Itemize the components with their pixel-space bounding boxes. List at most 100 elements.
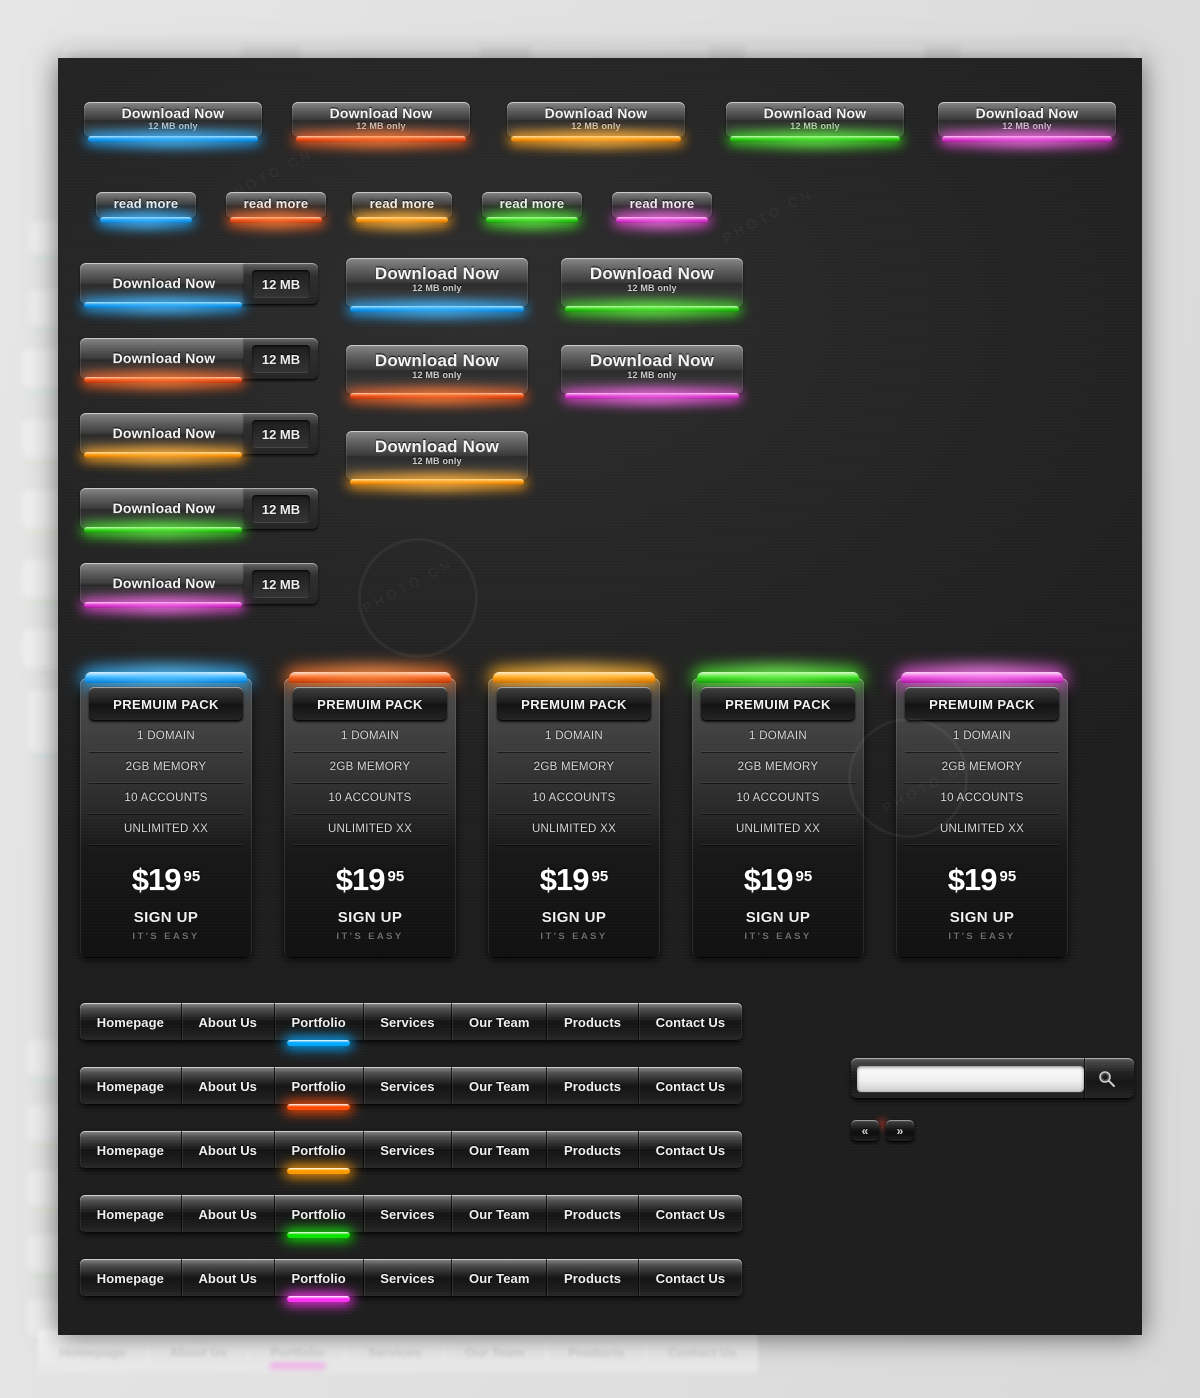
pricing-card[interactable]: PREMUIM PACK 1 DOMAIN 2GB MEMORY 10 ACCOUNT… bbox=[896, 672, 1068, 958]
glow-bar bbox=[356, 217, 448, 223]
download-now-label: Download Now bbox=[975, 105, 1079, 121]
pricing-card[interactable]: PREMUIM PACK 1 DOMAIN 2GB MEMORY 10 ACCOUNT… bbox=[692, 672, 864, 958]
download-now-button-large[interactable]: Download Now 12 MB only bbox=[561, 345, 743, 399]
nav-item-services[interactable]: Services bbox=[364, 1131, 453, 1169]
nav-item-homepage[interactable]: Homepage bbox=[80, 1131, 182, 1169]
download-size-label: 12 MB only bbox=[790, 121, 840, 132]
download-with-size-button[interactable]: Download Now 12 MB bbox=[80, 413, 318, 458]
nav-item-products[interactable]: Products bbox=[547, 1195, 639, 1233]
pricing-card[interactable]: PREMUIM PACK 1 DOMAIN 2GB MEMORY 10 ACCOUNT… bbox=[284, 672, 456, 958]
download-now-button[interactable]: Download Now 12 MB only bbox=[292, 102, 470, 142]
file-size-label: 12 MB bbox=[261, 501, 301, 517]
nav-active-indicator bbox=[287, 1232, 351, 1238]
nav-item-label: Our Team bbox=[469, 1206, 530, 1222]
download-now-section[interactable]: Download Now bbox=[80, 413, 248, 455]
download-now-button-large[interactable]: Download Now 12 MB only bbox=[561, 258, 743, 312]
pager-prev-button[interactable]: « bbox=[851, 1120, 879, 1142]
nav-item-products[interactable]: Products bbox=[547, 1067, 639, 1105]
nav-item-services[interactable]: Services bbox=[364, 1067, 453, 1105]
nav-item-label: Contact Us bbox=[655, 1206, 726, 1222]
pricing-card[interactable]: PREMUIM PACK 1 DOMAIN 2GB MEMORY 10 ACCOUNT… bbox=[80, 672, 252, 958]
read-more-button[interactable]: read more bbox=[96, 192, 196, 223]
download-with-size-button[interactable]: Download Now 12 MB bbox=[80, 488, 318, 533]
nav-item-label: Our Team bbox=[469, 1014, 530, 1030]
nav-item-contact-us[interactable]: Contact Us bbox=[639, 1195, 742, 1233]
search-input[interactable] bbox=[857, 1065, 1084, 1092]
download-now-section[interactable]: Download Now bbox=[80, 488, 248, 530]
nav-item-about-us[interactable]: About Us bbox=[182, 1131, 275, 1169]
signup-button[interactable]: SIGN UP bbox=[89, 909, 243, 926]
nav-item-contact-us[interactable]: Contact Us bbox=[639, 1131, 742, 1169]
nav-item-contact-us[interactable]: Contact Us bbox=[639, 1067, 742, 1105]
nav-item-portfolio[interactable]: Portfolio bbox=[275, 1131, 364, 1174]
pricing-feature-label: 1 DOMAIN bbox=[749, 730, 807, 742]
download-now-button-large[interactable]: Download Now 12 MB only bbox=[346, 345, 528, 399]
search-bar bbox=[851, 1058, 1134, 1099]
nav-item-homepage[interactable]: Homepage bbox=[80, 1003, 182, 1041]
download-now-section[interactable]: Download Now bbox=[80, 263, 248, 305]
download-now-button[interactable]: Download Now 12 MB only bbox=[938, 102, 1116, 142]
nav-item-label: Our Team bbox=[469, 1270, 530, 1286]
read-more-button[interactable]: read more bbox=[352, 192, 452, 223]
nav-item-our-team[interactable]: Our Team bbox=[452, 1259, 548, 1297]
nav-item-homepage[interactable]: Homepage bbox=[80, 1259, 182, 1297]
read-more-button[interactable]: read more bbox=[482, 192, 582, 223]
nav-item-our-team[interactable]: Our Team bbox=[452, 1195, 548, 1233]
signup-button[interactable]: SIGN UP bbox=[905, 909, 1059, 926]
nav-item-portfolio[interactable]: Portfolio bbox=[275, 1195, 364, 1238]
pricing-card[interactable]: PREMUIM PACK 1 DOMAIN 2GB MEMORY 10 ACCOUNT… bbox=[488, 672, 660, 958]
download-now-label: Download Now bbox=[112, 500, 216, 517]
download-with-size-button[interactable]: Download Now 12 MB bbox=[80, 338, 318, 383]
nav-item-about-us[interactable]: About Us bbox=[182, 1195, 275, 1233]
download-now-label: Download Now bbox=[589, 351, 715, 370]
download-size-label: 12 MB only bbox=[627, 370, 677, 381]
pricing-card-header: PREMUIM PACK bbox=[293, 687, 447, 721]
pricing-feature: 1 DOMAIN bbox=[905, 721, 1059, 752]
nav-item-about-us[interactable]: About Us bbox=[182, 1003, 275, 1041]
download-now-button[interactable]: Download Now 12 MB only bbox=[507, 102, 685, 142]
watermark-text: PHOTO.CN bbox=[720, 185, 817, 246]
nav-item-services[interactable]: Services bbox=[364, 1003, 453, 1041]
download-with-size-button[interactable]: Download Now 12 MB bbox=[80, 563, 318, 608]
download-now-button[interactable]: Download Now 12 MB only bbox=[726, 102, 904, 142]
download-now-button[interactable]: Download Now 12 MB only bbox=[84, 102, 262, 142]
nav-item-contact-us[interactable]: Contact Us bbox=[639, 1259, 742, 1297]
pricing-price: $19 95 bbox=[89, 862, 243, 898]
signup-button[interactable]: SIGN UP bbox=[293, 909, 447, 926]
search-button[interactable] bbox=[1084, 1058, 1128, 1099]
download-now-section[interactable]: Download Now bbox=[80, 338, 248, 380]
nav-item-portfolio[interactable]: Portfolio bbox=[275, 1259, 364, 1302]
nav-item-homepage[interactable]: Homepage bbox=[80, 1067, 182, 1105]
pricing-feature: 1 DOMAIN bbox=[89, 721, 243, 752]
download-with-size-button[interactable]: Download Now 12 MB bbox=[80, 263, 318, 308]
signup-subtitle: IT'S EASY bbox=[540, 931, 608, 942]
ui-kit-panel: Download Now 12 MB only Download Now 12 MB … bbox=[58, 58, 1142, 1335]
signup-button[interactable]: SIGN UP bbox=[497, 909, 651, 926]
nav-item-products[interactable]: Products bbox=[547, 1003, 639, 1041]
nav-item-homepage[interactable]: Homepage bbox=[80, 1195, 182, 1233]
nav-item-portfolio[interactable]: Portfolio bbox=[275, 1003, 364, 1046]
nav-item-about-us[interactable]: About Us bbox=[182, 1259, 275, 1297]
download-now-button-large[interactable]: Download Now 12 MB only bbox=[346, 258, 528, 312]
nav-item-portfolio[interactable]: Portfolio bbox=[275, 1067, 364, 1110]
nav-item-products[interactable]: Products bbox=[547, 1131, 639, 1169]
glow-bar bbox=[100, 217, 192, 223]
price-cents: 95 bbox=[591, 868, 609, 885]
nav-item-our-team[interactable]: Our Team bbox=[452, 1003, 548, 1041]
nav-item-contact-us[interactable]: Contact Us bbox=[639, 1003, 742, 1041]
pager-next-button[interactable]: » bbox=[886, 1120, 914, 1142]
nav-item-about-us[interactable]: About Us bbox=[182, 1067, 275, 1105]
download-now-button-large[interactable]: Download Now 12 MB only bbox=[346, 431, 528, 485]
signup-button[interactable]: SIGN UP bbox=[701, 909, 855, 926]
nav-item-products[interactable]: Products bbox=[547, 1259, 639, 1297]
pricing-feature: 10 ACCOUNTS bbox=[905, 783, 1059, 814]
nav-item-our-team[interactable]: Our Team bbox=[452, 1131, 548, 1169]
nav-item-services[interactable]: Services bbox=[364, 1259, 453, 1297]
read-more-button[interactable]: read more bbox=[612, 192, 712, 223]
read-more-button[interactable]: read more bbox=[226, 192, 326, 223]
download-now-section[interactable]: Download Now bbox=[80, 563, 248, 605]
file-size-badge: 12 MB bbox=[244, 263, 318, 305]
glow-bar bbox=[350, 306, 524, 312]
nav-item-services[interactable]: Services bbox=[364, 1195, 453, 1233]
nav-item-our-team[interactable]: Our Team bbox=[452, 1067, 548, 1105]
